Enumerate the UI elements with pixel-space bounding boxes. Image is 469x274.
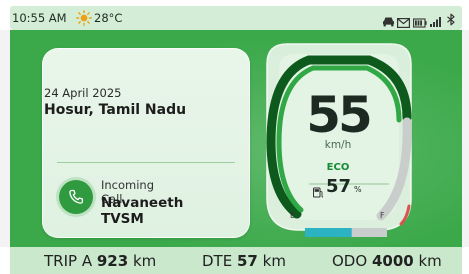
trip-a-stat[interactable]: TRIP A 923 km — [44, 252, 156, 270]
drive-mode-label: ECO — [326, 162, 350, 173]
battery-fill — [305, 228, 352, 237]
odo-unit: km — [418, 252, 442, 270]
fuel-icon — [313, 183, 324, 202]
signal-icon — [430, 12, 442, 31]
sun-icon — [76, 10, 92, 30]
left-edge — [0, 30, 10, 247]
dte-stat[interactable]: DTE 57 km — [202, 252, 286, 270]
status-bar: 10:55 AM 28°C — [10, 6, 462, 30]
trip-value: 923 — [96, 252, 129, 270]
main-panel: 24 April 2025 Hosur, Tamil Nadu Incoming… — [10, 30, 462, 247]
dte-label: DTE — [202, 252, 233, 270]
empty-label: E — [290, 211, 295, 220]
location-label: Hosur, Tamil Nadu — [44, 102, 187, 118]
speed-value: 55 — [306, 86, 373, 144]
odo-label: ODO — [332, 252, 368, 270]
trip-bar: TRIP A 923 km DTE 57 km ODO 4000 km — [10, 247, 462, 274]
dte-unit: km — [262, 252, 286, 270]
odo-value: 4000 — [371, 252, 414, 270]
dashboard-screen: 10:55 AM 28°C 24 April 2025 Hosur, Tamil… — [0, 0, 469, 274]
odo-stat[interactable]: ODO 4000 km — [332, 252, 442, 270]
bluetooth-icon — [446, 11, 456, 30]
clock-time: 10:55 AM — [12, 11, 67, 25]
card-divider — [57, 162, 235, 163]
battery-percent: 57 — [326, 176, 352, 197]
full-label: F — [380, 211, 385, 220]
dte-value: 57 — [236, 252, 258, 270]
right-edge — [462, 30, 469, 247]
call-button[interactable] — [59, 180, 93, 214]
battery-percent-unit: % — [354, 185, 362, 194]
speed-unit: km/h — [324, 139, 352, 151]
caller-name: Navaneeth TVSM — [101, 195, 184, 227]
date-label: 24 April 2025 — [44, 86, 122, 100]
trip-unit: km — [132, 252, 157, 270]
car-icon — [382, 12, 395, 31]
temperature: 28°C — [94, 11, 123, 25]
trip-label: TRIP A — [44, 252, 93, 270]
phone-icon — [68, 189, 84, 209]
